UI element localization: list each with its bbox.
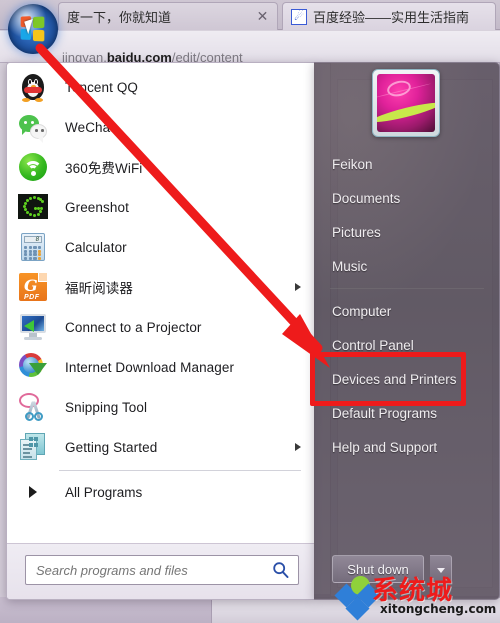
search-box[interactable] — [25, 555, 299, 585]
search-area — [7, 543, 314, 599]
right-item-user-name[interactable]: Feikon — [314, 147, 499, 181]
program-item-wechat[interactable]: WeChat — [7, 107, 314, 147]
program-label: Getting Started — [65, 439, 158, 455]
user-avatar — [377, 74, 435, 132]
shut-down-options-button[interactable] — [430, 555, 452, 583]
program-label: Internet Download Manager — [65, 359, 235, 375]
browser-tab-2[interactable]: ☄ 百度经验——实用生活指南 — [282, 2, 496, 30]
foxit-pdf-icon: G PDF — [17, 271, 49, 303]
taskbar-left-segment — [0, 597, 212, 623]
program-item-calculator[interactable]: 8 Calculator — [7, 227, 314, 267]
start-menu: Tencent QQ WeChat 360免费WiFi Greenshot 8 … — [6, 62, 500, 600]
program-label: 福昕阅读器 — [65, 281, 133, 296]
browser-tab-1[interactable]: 度一下，你就知道 ✕ — [58, 2, 278, 30]
calculator-icon: 8 — [17, 231, 49, 263]
right-item-computer[interactable]: Computer — [314, 294, 499, 328]
program-label: Snipping Tool — [65, 399, 148, 415]
snipping-tool-icon — [17, 391, 49, 423]
all-programs-button[interactable]: All Programs — [7, 474, 314, 510]
program-item-getting-started[interactable]: Getting Started — [7, 427, 314, 467]
getting-started-icon — [17, 431, 49, 463]
program-label: Tencent QQ — [65, 79, 139, 95]
browser-tabstrip: 度一下，你就知道 ✕ ☄ 百度经验——实用生活指南 — [0, 0, 500, 30]
chevron-right-icon — [295, 443, 301, 451]
program-item-greenshot[interactable]: Greenshot — [7, 187, 314, 227]
program-label: Connect to a Projector — [65, 319, 202, 335]
menu-divider — [330, 288, 484, 289]
right-item-label: Help and Support — [332, 439, 438, 455]
right-item-label: Control Panel — [332, 337, 414, 353]
all-programs-label: All Programs — [65, 484, 143, 500]
start-menu-left-panel: Tencent QQ WeChat 360免费WiFi Greenshot 8 … — [6, 62, 314, 600]
control-panel-highlight-box — [310, 352, 466, 406]
program-label: WeChat — [65, 119, 115, 135]
wechat-icon — [17, 111, 49, 143]
browser-tab-1-label: 度一下，你就知道 — [67, 10, 172, 25]
program-label: Greenshot — [65, 199, 129, 215]
right-item-music[interactable]: Music — [314, 249, 499, 283]
right-item-pictures[interactable]: Pictures — [314, 215, 499, 249]
program-label: 360免费WiFi — [65, 161, 143, 176]
right-item-help-and-support[interactable]: Help and Support — [314, 430, 499, 464]
browser-tab-2-label: 百度经验——实用生活指南 — [313, 10, 470, 25]
avatar[interactable] — [372, 69, 440, 137]
right-panel-list: Feikon Documents Pictures Music Computer… — [314, 147, 499, 464]
screenshot-root: 度一下，你就知道 ✕ ☄ 百度经验——实用生活指南 jingyan.baidu.… — [0, 0, 500, 623]
chevron-right-icon — [295, 283, 301, 291]
greenshot-icon — [17, 191, 49, 223]
program-list: Tencent QQ WeChat 360免费WiFi Greenshot 8 … — [7, 67, 314, 510]
chevron-right-icon — [17, 486, 49, 498]
program-label: Calculator — [65, 239, 127, 255]
program-item-connect-to-projector[interactable]: Connect to a Projector — [7, 307, 314, 347]
program-item-360-wifi[interactable]: 360免费WiFi — [7, 147, 314, 187]
shut-down-label: Shut down — [347, 561, 409, 577]
projector-icon — [17, 311, 49, 343]
shut-down-button[interactable]: Shut down — [332, 555, 424, 583]
menu-divider — [59, 470, 301, 471]
qq-icon — [17, 71, 49, 103]
program-item-foxit-reader[interactable]: G PDF 福昕阅读器 — [7, 267, 314, 307]
right-item-label: Computer — [332, 303, 392, 319]
start-button[interactable] — [8, 4, 58, 54]
program-item-snipping-tool[interactable]: Snipping Tool — [7, 387, 314, 427]
right-item-label: Music — [332, 258, 368, 274]
right-item-documents[interactable]: Documents — [314, 181, 499, 215]
start-menu-right-panel: Feikon Documents Pictures Music Computer… — [314, 62, 500, 600]
shutdown-bar: Shut down — [314, 545, 499, 599]
search-input[interactable] — [26, 557, 256, 583]
paw-icon: ☄ — [291, 8, 307, 25]
idm-icon — [17, 351, 49, 383]
program-item-internet-download-manager[interactable]: Internet Download Manager — [7, 347, 314, 387]
right-item-label: Pictures — [332, 224, 381, 240]
right-item-label: Feikon — [332, 156, 373, 172]
360-wifi-icon — [17, 151, 49, 183]
search-icon[interactable] — [272, 561, 290, 579]
program-item-tencent-qq[interactable]: Tencent QQ — [7, 67, 314, 107]
taskbar — [0, 597, 500, 623]
close-icon[interactable]: ✕ — [256, 9, 269, 23]
right-item-label: Default Programs — [332, 405, 438, 421]
right-item-label: Documents — [332, 190, 401, 206]
chevron-down-icon — [437, 568, 445, 573]
